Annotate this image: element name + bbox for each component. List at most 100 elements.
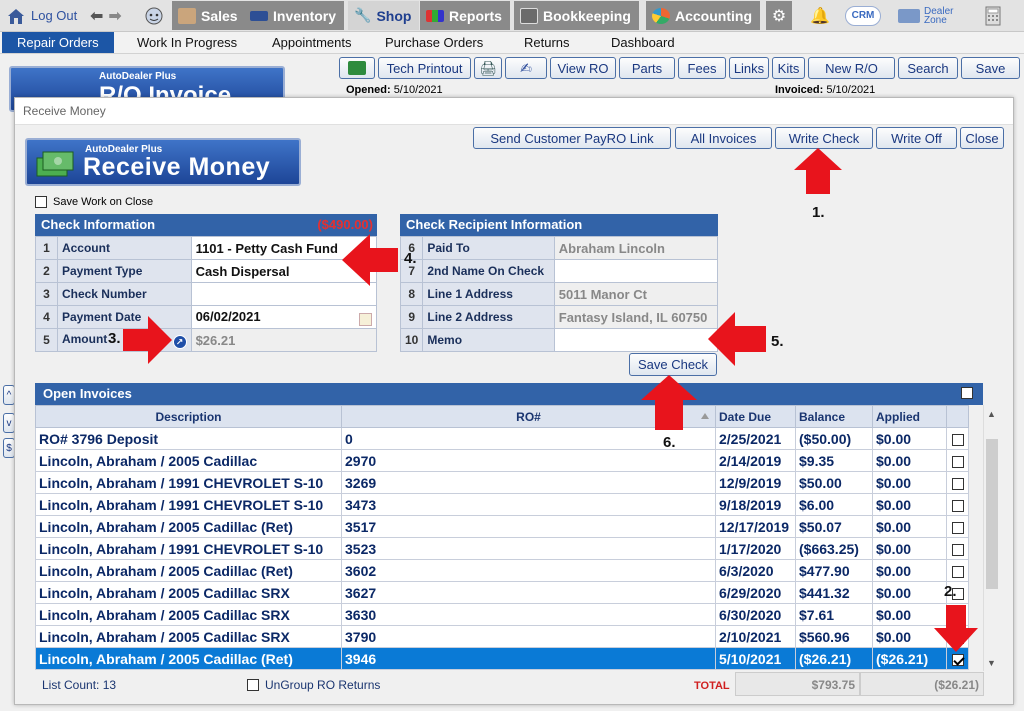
nav-work-in-progress[interactable]: Work In Progress [137, 32, 237, 53]
invoice-balance: $477.90 [795, 559, 873, 582]
table-row[interactable]: Lincoln, Abraham / 2005 Cadillac (Ret) 36… [35, 559, 969, 582]
field-payment-type: 2 Payment Type Cash Dispersal [35, 259, 378, 283]
parts-button[interactable]: Parts [619, 57, 675, 79]
calendar-icon[interactable] [359, 312, 372, 326]
col-ro-number[interactable]: RO# [341, 405, 716, 428]
invoice-select-checkbox[interactable] [951, 433, 964, 446]
tab-reports[interactable]: Reports [420, 1, 510, 30]
scroll-up-icon[interactable]: ▲ [987, 409, 996, 419]
select-all-checkbox[interactable] [961, 387, 973, 399]
write-check-button[interactable]: Write Check [775, 127, 873, 149]
user-avatar-icon[interactable] [144, 0, 164, 31]
invoice-date-due: 2/25/2021 [715, 427, 796, 450]
tab-sales[interactable]: Sales [172, 1, 246, 30]
second-name-input[interactable] [553, 259, 719, 283]
new-ro-button[interactable]: New R/O [808, 57, 895, 79]
ungroup-ro-returns[interactable]: UnGroup RO Returns [247, 678, 380, 692]
invoice-select-checkbox[interactable] [951, 565, 964, 578]
amount-link-icon[interactable]: ↗ [172, 334, 187, 349]
table-row[interactable]: Lincoln, Abraham / 2005 Cadillac SRX 3627… [35, 581, 969, 604]
table-row[interactable]: Lincoln, Abraham / 1991 CHEVROLET S-10 32… [35, 471, 969, 494]
invoice-applied: $0.00 [872, 493, 947, 516]
nav-appointments[interactable]: Appointments [272, 32, 352, 53]
export-excel-button[interactable] [339, 57, 375, 79]
table-row[interactable]: Lincoln, Abraham / 2005 Cadillac SRX 3630… [35, 603, 969, 626]
table-row[interactable]: Lincoln, Abraham / 2005 Cadillac (Ret) 35… [35, 515, 969, 538]
tab-bookkeeping[interactable]: Bookkeeping [514, 1, 639, 30]
view-ro-button[interactable]: View RO [550, 57, 616, 79]
table-row[interactable]: RO# 3796 Deposit 0 2/25/2021 ($50.00) $0.00 [35, 427, 969, 450]
links-button[interactable]: Links [729, 57, 769, 79]
write-off-button[interactable]: Write Off [876, 127, 957, 149]
payment-date-input[interactable]: 06/02/2021 [190, 305, 378, 329]
tab-shop[interactable]: 🔧 Shop [348, 1, 420, 30]
table-row[interactable]: Lincoln, Abraham / 2005 Cadillac (Ret) 39… [35, 647, 969, 670]
save-work-checkbox[interactable] [35, 196, 47, 208]
notification-bell-icon[interactable]: 🔔 [810, 0, 830, 31]
forward-arrow-icon[interactable]: ➡ [108, 6, 121, 26]
table-row[interactable]: Lincoln, Abraham / 2005 Cadillac 2970 2/14… [35, 449, 969, 472]
tech-printout-button[interactable]: Tech Printout [378, 57, 471, 79]
invoice-select-cell [946, 625, 969, 648]
table-row[interactable]: Lincoln, Abraham / 1991 CHEVROLET S-10 34… [35, 493, 969, 516]
col-applied[interactable]: Applied [872, 405, 947, 428]
scroll-thumb[interactable] [986, 439, 998, 589]
recipient-table: 6 Paid To Abraham Lincoln 7 2nd Name On Che… [399, 236, 719, 352]
settings-gear-icon[interactable]: ⚙ [766, 1, 792, 30]
col-balance[interactable]: Balance [795, 405, 873, 428]
invoice-applied: $0.00 [872, 603, 947, 626]
check-information-panel: Check Information ($490.00) 1 Account 1101… [35, 214, 378, 352]
invoices-scrollbar[interactable]: ▲ ▼ [983, 405, 999, 671]
account-select[interactable]: 1101 - Petty Cash Fund [190, 236, 378, 260]
tab-accounting[interactable]: Accounting [646, 1, 760, 30]
invoice-select-cell [946, 537, 969, 560]
nav-dashboard[interactable]: Dashboard [611, 32, 675, 53]
nav-purchase-orders[interactable]: Purchase Orders [385, 32, 483, 53]
nav-returns[interactable]: Returns [524, 32, 570, 53]
memo-input[interactable] [553, 328, 719, 352]
save-check-button[interactable]: Save Check [629, 353, 717, 376]
col-description[interactable]: Description [35, 405, 342, 428]
send-payro-link-button[interactable]: Send Customer PayRO Link [473, 127, 671, 149]
close-button[interactable]: Close [960, 127, 1004, 149]
tab-inventory[interactable]: Inventory [244, 1, 345, 30]
invoice-select-checkbox[interactable] [951, 477, 964, 490]
annotation-label-2: 2. [944, 583, 957, 600]
invoice-select-checkbox[interactable] [951, 521, 964, 534]
invoice-description: Lincoln, Abraham / 1991 CHEVROLET S-10 [35, 537, 342, 560]
total-balance: $793.75 [735, 672, 860, 696]
invoice-select-checkbox[interactable] [951, 543, 964, 556]
fees-button[interactable]: Fees [678, 57, 726, 79]
save-button[interactable]: Save [961, 57, 1020, 79]
all-invoices-button[interactable]: All Invoices [675, 127, 772, 149]
invoice-select-checkbox[interactable] [951, 499, 964, 512]
crm-button[interactable]: CRM [845, 0, 881, 31]
field-payment-date: 4 Payment Date 06/02/2021 [35, 305, 378, 329]
opened-date: Opened: 5/10/2021 [346, 84, 443, 96]
check-number-input[interactable] [190, 282, 378, 306]
save-work-on-close[interactable]: Save Work on Close [35, 196, 153, 208]
print-button[interactable]: 🖨 [474, 57, 502, 79]
invoice-select-checkbox[interactable] [951, 653, 964, 666]
ungroup-checkbox[interactable] [247, 679, 259, 691]
back-forward-buttons[interactable]: ⬅ ➡ [90, 0, 122, 31]
line1-address-field: 5011 Manor Ct [553, 282, 719, 306]
col-date-due[interactable]: Date Due [715, 405, 796, 428]
sign-button[interactable]: ✍ [505, 57, 547, 79]
dealer-zone-button[interactable]: Dealer Zone [898, 0, 953, 31]
invoice-select-checkbox[interactable] [951, 609, 964, 622]
kits-button[interactable]: Kits [772, 57, 805, 79]
calculator-icon[interactable] [985, 0, 1001, 31]
table-row[interactable]: Lincoln, Abraham / 1991 CHEVROLET S-10 35… [35, 537, 969, 560]
invoice-date-due: 12/9/2019 [715, 471, 796, 494]
table-row[interactable]: Lincoln, Abraham / 2005 Cadillac SRX 3790… [35, 625, 969, 648]
back-arrow-icon[interactable]: ⬅ [90, 6, 103, 26]
invoice-select-checkbox[interactable] [951, 631, 964, 644]
search-button[interactable]: Search [898, 57, 958, 79]
invoice-select-checkbox[interactable] [951, 455, 964, 468]
logout-button[interactable]: Log Out [6, 0, 77, 31]
invoice-balance: $6.00 [795, 493, 873, 516]
payment-type-select[interactable]: Cash Dispersal [190, 259, 378, 283]
nav-repair-orders[interactable]: Repair Orders [2, 32, 114, 53]
scroll-down-icon[interactable]: ▼ [987, 658, 996, 668]
